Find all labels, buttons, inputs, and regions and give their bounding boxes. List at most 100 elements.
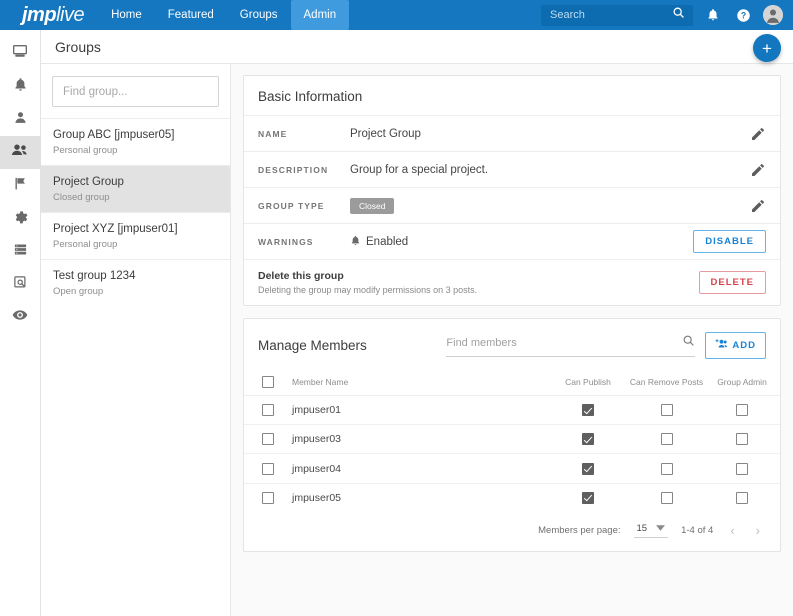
basic-information-card: Basic Information NAME Project Group DES…	[243, 75, 781, 306]
members-table-body: jmpuser01 jmpuser03	[244, 396, 780, 512]
delete-group-heading: Delete this group	[258, 270, 477, 282]
rail-item-notifications[interactable]	[0, 70, 41, 103]
group-admin-checkbox[interactable]	[736, 404, 748, 416]
nav-link-admin[interactable]: Admin	[291, 0, 350, 30]
rail-item-settings[interactable]	[0, 202, 41, 235]
edit-name-pencil-icon[interactable]	[750, 126, 766, 142]
rail-item-flag[interactable]	[0, 169, 41, 202]
logo-light-text: live	[56, 0, 84, 30]
avatar[interactable]	[763, 5, 783, 25]
group-admin-checkbox[interactable]	[736, 463, 748, 475]
warning-bell-icon	[350, 235, 361, 249]
member-name-cell: jmpuser05	[292, 483, 547, 512]
search-icon[interactable]	[672, 6, 685, 24]
search-icon[interactable]	[682, 334, 695, 352]
warnings-value-wrap: Enabled	[350, 235, 693, 249]
group-admin-header: Group Admin	[704, 369, 780, 396]
group-admin-cell	[704, 483, 780, 512]
find-members-search[interactable]	[446, 334, 695, 357]
rail-item-document-search[interactable]	[0, 268, 41, 301]
can-publish-checkbox[interactable]	[582, 463, 594, 475]
logo-bold-text: jmp	[22, 0, 56, 30]
table-row[interactable]: jmpuser04	[244, 454, 780, 483]
warnings-value: Enabled	[366, 236, 408, 248]
detail-column: Basic Information NAME Project Group DES…	[231, 64, 793, 616]
group-admin-checkbox[interactable]	[736, 433, 748, 445]
manage-members-card: Manage Members	[243, 318, 781, 552]
find-members-input[interactable]	[446, 337, 682, 349]
row-select-cell	[244, 483, 292, 512]
can-publish-cell	[547, 396, 629, 425]
description-label: DESCRIPTION	[258, 165, 350, 175]
rail-item-monitor[interactable]	[0, 37, 41, 70]
next-page-button[interactable]: ›	[752, 523, 764, 538]
table-row[interactable]: jmpuser03	[244, 425, 780, 454]
name-row: NAME Project Group	[244, 115, 780, 151]
group-type-badge: Closed	[350, 198, 394, 214]
search-input[interactable]	[550, 9, 672, 21]
group-item-name: Project XYZ [jmpuser01]	[53, 222, 218, 237]
row-select-checkbox[interactable]	[262, 433, 274, 445]
add-member-button[interactable]: ADD	[705, 332, 766, 359]
rail-item-server[interactable]	[0, 235, 41, 268]
group-list-item[interactable]: Group ABC [jmpuser05] Personal group	[41, 118, 230, 165]
group-admin-checkbox[interactable]	[736, 492, 748, 504]
rail-item-person[interactable]	[0, 103, 41, 136]
nav-link-featured[interactable]: Featured	[155, 0, 227, 30]
members-header-row: Member Name Can Publish Can Remove Posts…	[244, 369, 780, 396]
group-item-name: Group ABC [jmpuser05]	[53, 128, 218, 143]
find-group-input[interactable]	[52, 76, 219, 107]
global-search-box[interactable]	[541, 5, 693, 26]
select-all-header	[244, 369, 292, 396]
can-remove-posts-checkbox[interactable]	[661, 404, 673, 416]
people-icon	[11, 141, 29, 164]
members-table-head: Member Name Can Publish Can Remove Posts…	[244, 369, 780, 396]
group-item-name: Test group 1234	[53, 269, 218, 284]
rail-item-view[interactable]	[0, 301, 41, 334]
row-select-checkbox[interactable]	[262, 492, 274, 504]
nav-link-home[interactable]: Home	[98, 0, 155, 30]
edit-description-pencil-icon[interactable]	[750, 162, 766, 178]
table-row[interactable]: jmpuser05	[244, 483, 780, 512]
delete-group-button[interactable]: DELETE	[699, 271, 766, 294]
nav-right-cluster: ?	[541, 5, 793, 26]
members-table: Member Name Can Publish Can Remove Posts…	[244, 369, 780, 512]
row-select-cell	[244, 425, 292, 454]
member-name-cell: jmpuser03	[292, 425, 547, 454]
disable-warnings-button[interactable]: DISABLE	[693, 230, 766, 253]
plus-icon: +	[762, 40, 772, 57]
document-search-icon	[13, 275, 28, 295]
group-list-item[interactable]: Test group 1234 Open group	[41, 259, 230, 306]
can-remove-posts-cell	[629, 483, 704, 512]
row-select-checkbox[interactable]	[262, 404, 274, 416]
can-publish-checkbox[interactable]	[582, 492, 594, 504]
can-remove-posts-header: Can Remove Posts	[629, 369, 704, 396]
row-select-checkbox[interactable]	[262, 463, 274, 475]
group-list-item-selected[interactable]: Project Group Closed group	[41, 165, 230, 212]
per-page-select[interactable]: 15	[634, 523, 669, 538]
edit-group-type-pencil-icon[interactable]	[750, 198, 766, 214]
group-list-item[interactable]: Project XYZ [jmpuser01] Personal group	[41, 212, 230, 259]
help-icon[interactable]: ?	[733, 5, 753, 25]
can-publish-checkbox[interactable]	[582, 433, 594, 445]
manage-members-title: Manage Members	[258, 338, 367, 353]
description-value: Group for a special project.	[350, 164, 750, 176]
group-type-row: GROUP TYPE Closed	[244, 187, 780, 223]
gear-icon	[12, 208, 28, 229]
warnings-row: WARNINGS Enabled DISABLE	[244, 223, 780, 259]
previous-page-button[interactable]: ‹	[726, 523, 738, 538]
select-all-checkbox[interactable]	[262, 376, 274, 388]
bell-icon[interactable]	[703, 5, 723, 25]
can-remove-posts-checkbox[interactable]	[661, 433, 673, 445]
table-row[interactable]: jmpuser01	[244, 396, 780, 425]
add-group-fab-button[interactable]: +	[753, 34, 781, 62]
can-publish-checkbox[interactable]	[582, 404, 594, 416]
app-logo[interactable]: jmplive	[0, 0, 98, 30]
pagination-range-label: 1-4 of 4	[681, 525, 713, 536]
member-name-header: Member Name	[292, 369, 547, 396]
rail-item-groups[interactable]	[0, 136, 41, 169]
can-remove-posts-checkbox[interactable]	[661, 492, 673, 504]
can-publish-cell	[547, 483, 629, 512]
can-remove-posts-checkbox[interactable]	[661, 463, 673, 475]
nav-link-groups[interactable]: Groups	[227, 0, 291, 30]
